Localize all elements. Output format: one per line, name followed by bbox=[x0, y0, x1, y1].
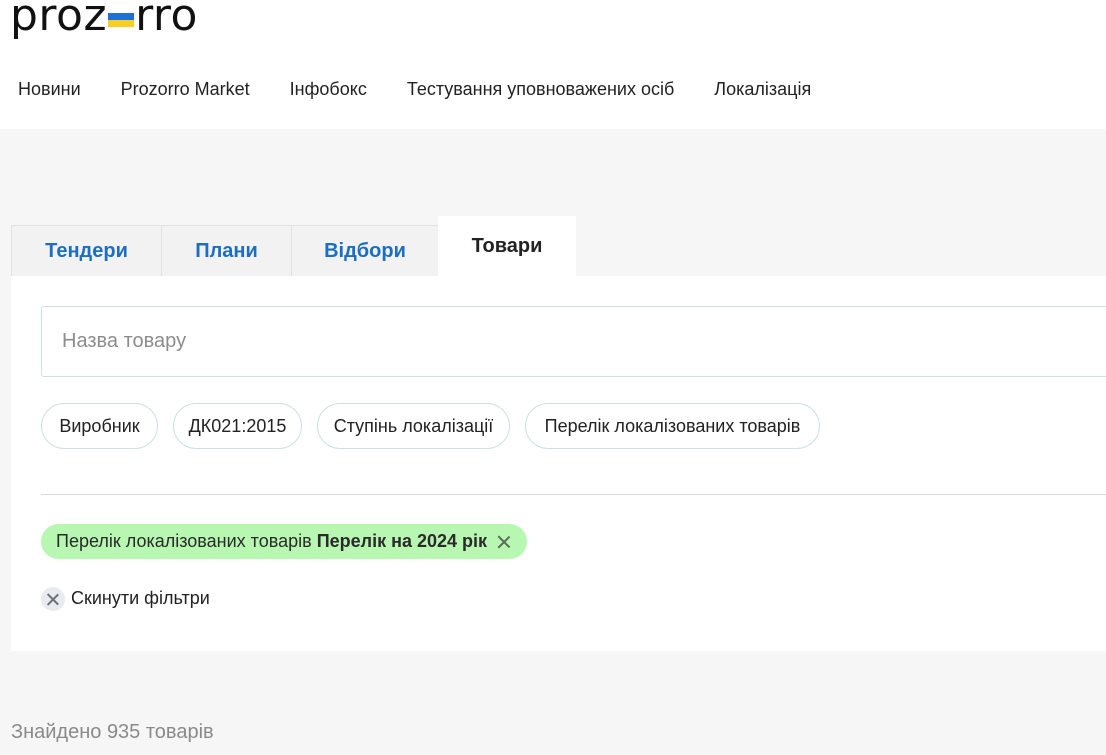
site-header: proz rro Новини Prozorro Market Інфобокс… bbox=[0, 0, 1106, 129]
reset-circle bbox=[41, 586, 65, 611]
results-count: Знайдено 935 товарів bbox=[11, 721, 214, 743]
filter-manufacturer-button[interactable]: Виробник bbox=[41, 403, 158, 449]
tab-tenders[interactable]: Тендери bbox=[11, 225, 162, 276]
main-nav: Новини Prozorro Market Інфобокс Тестуван… bbox=[18, 79, 851, 100]
tab-plans[interactable]: Плани bbox=[161, 225, 292, 276]
divider bbox=[41, 494, 1106, 495]
nav-item-infobox[interactable]: Інфобокс bbox=[290, 79, 367, 100]
nav-item-testing[interactable]: Тестування уповноважених осіб bbox=[407, 79, 674, 100]
close-icon bbox=[46, 592, 60, 606]
logo-text-right: rro bbox=[135, 0, 198, 41]
filter-localized-list-button[interactable]: Перелік локалізованих товарів bbox=[525, 403, 820, 449]
nav-item-news[interactable]: Новини bbox=[18, 79, 81, 100]
tab-goods[interactable]: Товари bbox=[438, 216, 576, 276]
filter-dk021-button[interactable]: ДК021:2015 bbox=[173, 403, 302, 449]
active-filter-name: Перелік локалізованих товарів bbox=[56, 531, 312, 551]
search-panel: Виробник ДК021:2015 Ступінь локалізації … bbox=[11, 276, 1106, 651]
nav-item-prozorro-market[interactable]: Prozorro Market bbox=[121, 79, 250, 100]
logo-text-left: proz bbox=[10, 0, 108, 41]
close-icon[interactable] bbox=[497, 535, 511, 549]
tab-selections[interactable]: Відбори bbox=[291, 225, 439, 276]
reset-filters-button[interactable]: Скинути фільтри bbox=[41, 586, 210, 611]
product-name-search-input[interactable] bbox=[41, 306, 1106, 377]
nav-item-localization[interactable]: Локалізація bbox=[714, 79, 811, 100]
prozorro-logo[interactable]: proz rro bbox=[10, 0, 198, 44]
filter-localization-degree-button[interactable]: Ступінь локалізації bbox=[317, 403, 510, 449]
reset-filters-label: Скинути фільтри bbox=[71, 588, 210, 608]
active-filter-tag: Перелік локалізованих товарів Перелік на… bbox=[41, 524, 528, 559]
ukraine-flag-icon bbox=[108, 13, 135, 27]
active-filter-value: Перелік на 2024 рік bbox=[316, 531, 488, 551]
